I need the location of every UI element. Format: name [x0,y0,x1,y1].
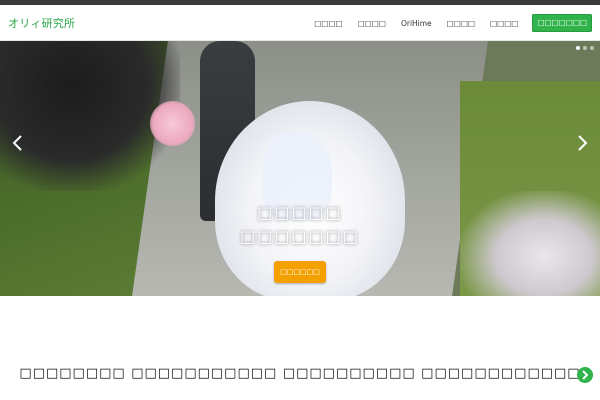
hero-title-line2: □□□□□□□ [240,227,360,246]
hero-slider: □□□□□ □□□□□□□ □□□□□□ [0,41,600,296]
nav-item-orihime[interactable]: OriHime [401,19,432,28]
slider-dots [573,46,594,50]
chevron-right-icon[interactable] [570,131,594,155]
nav-item-4[interactable]: □□□□ [447,19,475,28]
contact-button[interactable]: □□□□□□□ [532,14,592,32]
chevron-left-icon[interactable] [6,131,30,155]
hero-cta-button[interactable]: □□□□□□ [274,261,326,283]
nav-item-1[interactable]: □□□□ [314,19,342,28]
hero-title: □□□□□ □□□□□□□ [0,201,600,249]
bottom-text: □□□□□□□□ □□□□□□□□□□□ □□□□□□□□□□ □□□□□□□□… [19,366,581,381]
site-header: オリィ研究所 □□□□ □□□□ OriHime □□□□ □□□□ □□□□□… [0,5,600,41]
site-logo[interactable]: オリィ研究所 [8,15,75,31]
nav-item-5[interactable]: □□□□ [490,19,518,28]
nav-item-2[interactable]: □□□□ [358,19,386,28]
chevron-right-icon [582,370,589,380]
slider-dot-3[interactable] [590,46,594,50]
main-nav: □□□□ □□□□ OriHime □□□□ □□□□ □□□□□□□ [299,13,592,33]
hero-title-line1: □□□□□ [257,203,343,222]
slider-dot-2[interactable] [583,46,587,50]
next-arrow-button[interactable] [577,367,593,383]
slider-dot-1[interactable] [576,46,580,50]
hero-photo [0,41,600,296]
